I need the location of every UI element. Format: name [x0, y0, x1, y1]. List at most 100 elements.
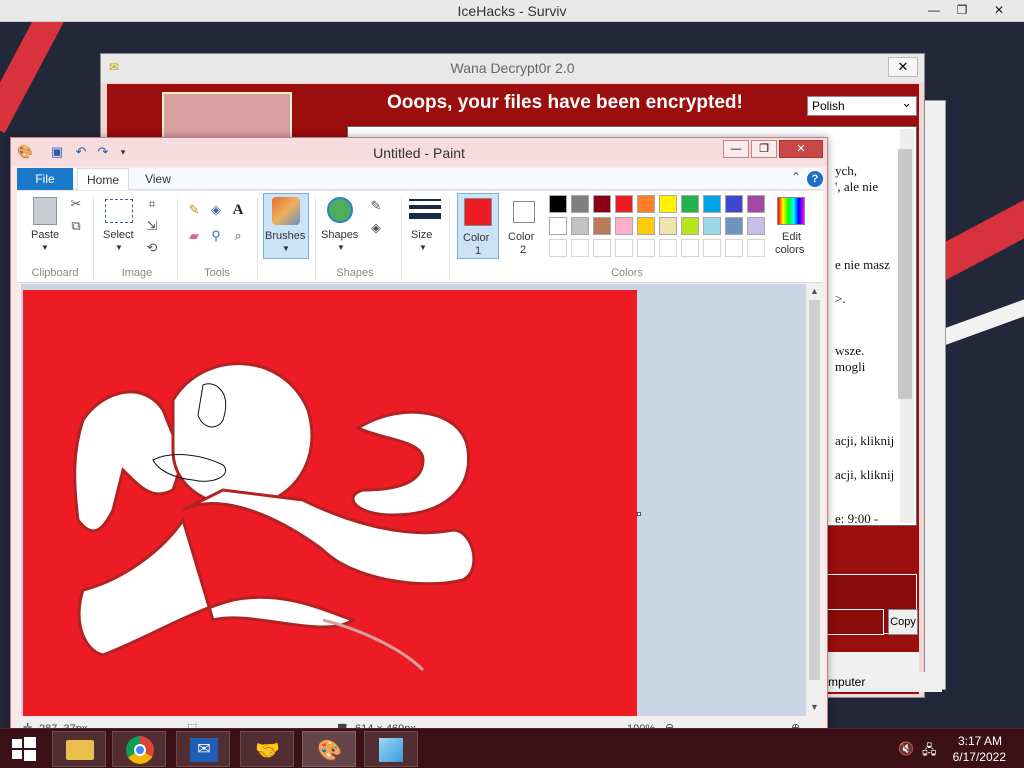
palette-swatch[interactable] — [571, 217, 589, 235]
palette-swatch[interactable] — [747, 217, 765, 235]
maximize-button[interactable]: ❐ — [948, 0, 976, 21]
brushes-button[interactable]: Brushes ▼ — [263, 193, 309, 259]
palette-swatch[interactable] — [703, 195, 721, 213]
palette-swatch[interactable] — [659, 195, 677, 213]
size-icon — [409, 199, 441, 201]
palette-swatch[interactable] — [549, 195, 567, 213]
cut-icon[interactable]: ✂ — [67, 195, 85, 213]
taskbar-paint[interactable]: 🎨 — [302, 731, 356, 767]
palette-swatch[interactable] — [549, 217, 567, 235]
select-button[interactable]: Select ▼ — [99, 195, 139, 257]
palette-swatch[interactable] — [725, 239, 743, 257]
palette-swatch[interactable] — [659, 217, 677, 235]
pencil-icon[interactable]: ✎ — [185, 201, 203, 219]
drawing-canvas[interactable] — [23, 290, 637, 716]
edit-colors-button[interactable]: Edit colors — [771, 195, 811, 259]
ribbon: Paste ▼ ✂ ⧉ Clipboard Select ▼ ⌗ ⇲ ⟲ Ima… — [17, 191, 823, 283]
copy-icon[interactable]: ⧉ — [67, 217, 85, 235]
minimize-button[interactable]: — — [920, 0, 948, 21]
canvas-resize-handle[interactable] — [637, 512, 641, 516]
magnifier-icon[interactable]: ⌕ — [229, 227, 247, 245]
clipboard-group-label: Clipboard — [31, 267, 79, 279]
shapes-group-label: Shapes — [336, 267, 374, 279]
wana-title: Wana Decrypt0r 2.0 — [450, 60, 575, 76]
palette-swatch[interactable] — [747, 195, 765, 213]
palette-swatch[interactable] — [725, 195, 743, 213]
paste-button[interactable]: Paste ▼ — [27, 195, 63, 257]
text-icon[interactable]: A — [229, 201, 247, 219]
image-group-label: Image — [121, 267, 153, 279]
network-icon[interactable]: 🖧 — [922, 741, 937, 763]
palette-swatch[interactable] — [725, 217, 743, 235]
shape-fill-icon[interactable]: ◈ — [367, 219, 385, 237]
palette-swatch[interactable] — [615, 239, 633, 257]
palette-swatch[interactable] — [593, 195, 611, 213]
resize-icon[interactable]: ⇲ — [143, 217, 161, 235]
palette-swatch[interactable] — [593, 239, 611, 257]
text-scroll-thumb[interactable] — [898, 149, 912, 399]
outline-icon[interactable]: ✎ — [367, 197, 385, 215]
cube-icon — [379, 738, 403, 762]
palette-swatch[interactable] — [747, 239, 765, 257]
chevron-up-icon[interactable]: ⌃ — [791, 170, 801, 184]
palette-swatch[interactable] — [637, 239, 655, 257]
start-button[interactable] — [4, 731, 44, 767]
palette-swatch[interactable] — [681, 195, 699, 213]
paint-minimize-button[interactable]: — — [723, 140, 749, 158]
tab-home[interactable]: Home — [77, 168, 129, 190]
tab-file[interactable]: File — [17, 168, 73, 190]
palette-swatch[interactable] — [615, 195, 633, 213]
wana-close-button[interactable]: ✕ — [888, 57, 918, 77]
canvas-scrollbar[interactable]: ▲ ▼ — [806, 284, 823, 716]
bitcoin-address-field[interactable] — [824, 609, 884, 635]
palette-swatch[interactable] — [637, 217, 655, 235]
color1-button[interactable]: Color 1 — [457, 193, 499, 259]
taskbar-explorer[interactable] — [52, 731, 106, 767]
palette-swatch[interactable] — [593, 217, 611, 235]
scroll-down-icon[interactable]: ▼ — [810, 702, 819, 712]
eraser-icon[interactable]: ▰ — [185, 227, 203, 245]
tab-view[interactable]: View — [135, 168, 181, 190]
help-icon[interactable]: ? — [807, 171, 823, 187]
paint-maximize-button[interactable]: ❐ — [751, 140, 777, 158]
color2-button[interactable]: Color 2 — [503, 193, 545, 259]
rotate-icon[interactable]: ⟲ — [143, 239, 161, 257]
palette-swatch[interactable] — [681, 217, 699, 235]
palette-swatch[interactable] — [549, 239, 567, 257]
color-picker-icon[interactable]: ⚲ — [207, 227, 225, 245]
text-scrollbar[interactable] — [898, 129, 914, 523]
edit-colors-label-2: colors — [775, 244, 805, 256]
ransom-text-line: acji, kliknij — [835, 467, 895, 482]
colors-group-label: Colors — [611, 267, 643, 279]
shapes-button[interactable]: Shapes ▼ — [319, 195, 365, 257]
fill-icon[interactable]: ◈ — [207, 201, 225, 219]
crop-icon[interactable]: ⌗ — [143, 195, 161, 213]
palette-swatch[interactable] — [703, 239, 721, 257]
paint-titlebar: 🎨 ▣ ↶ ↷ ▾ Untitled - Paint — ❐ ✕ — [11, 138, 827, 166]
ransom-text-line: e nie masz — [835, 257, 890, 272]
close-button[interactable]: ✕ — [984, 0, 1014, 21]
taskbar-handshake[interactable]: 🤝 — [240, 731, 294, 767]
brush-stroke — [171, 362, 314, 508]
paint-close-button[interactable]: ✕ — [779, 140, 823, 158]
palette-swatch[interactable] — [659, 239, 677, 257]
palette-swatch[interactable] — [571, 195, 589, 213]
canvas-scroll-thumb[interactable] — [809, 300, 820, 680]
taskbar-cube-app[interactable] — [364, 731, 418, 767]
chevron-down-icon: ▼ — [419, 243, 427, 252]
palette-swatch[interactable] — [571, 239, 589, 257]
size-button[interactable]: Size ▼ — [407, 195, 443, 257]
scroll-up-icon[interactable]: ▲ — [810, 286, 819, 296]
palette-swatch[interactable] — [703, 217, 721, 235]
palette-swatch[interactable] — [615, 217, 633, 235]
taskbar-mail[interactable]: ✉ — [176, 731, 230, 767]
taskbar-chrome[interactable] — [112, 731, 166, 767]
clock-date[interactable]: 6/17/2022 — [953, 750, 1006, 764]
clock-time[interactable]: 3:17 AM — [958, 734, 1002, 748]
language-select[interactable]: Polish — [807, 94, 917, 116]
palette-swatch[interactable] — [637, 195, 655, 213]
ransom-text-line: acji, kliknij — [835, 433, 895, 448]
palette-swatch[interactable] — [681, 239, 699, 257]
copy-button[interactable]: Copy — [888, 609, 918, 635]
volume-muted-icon[interactable]: 🔇 — [898, 741, 914, 757]
